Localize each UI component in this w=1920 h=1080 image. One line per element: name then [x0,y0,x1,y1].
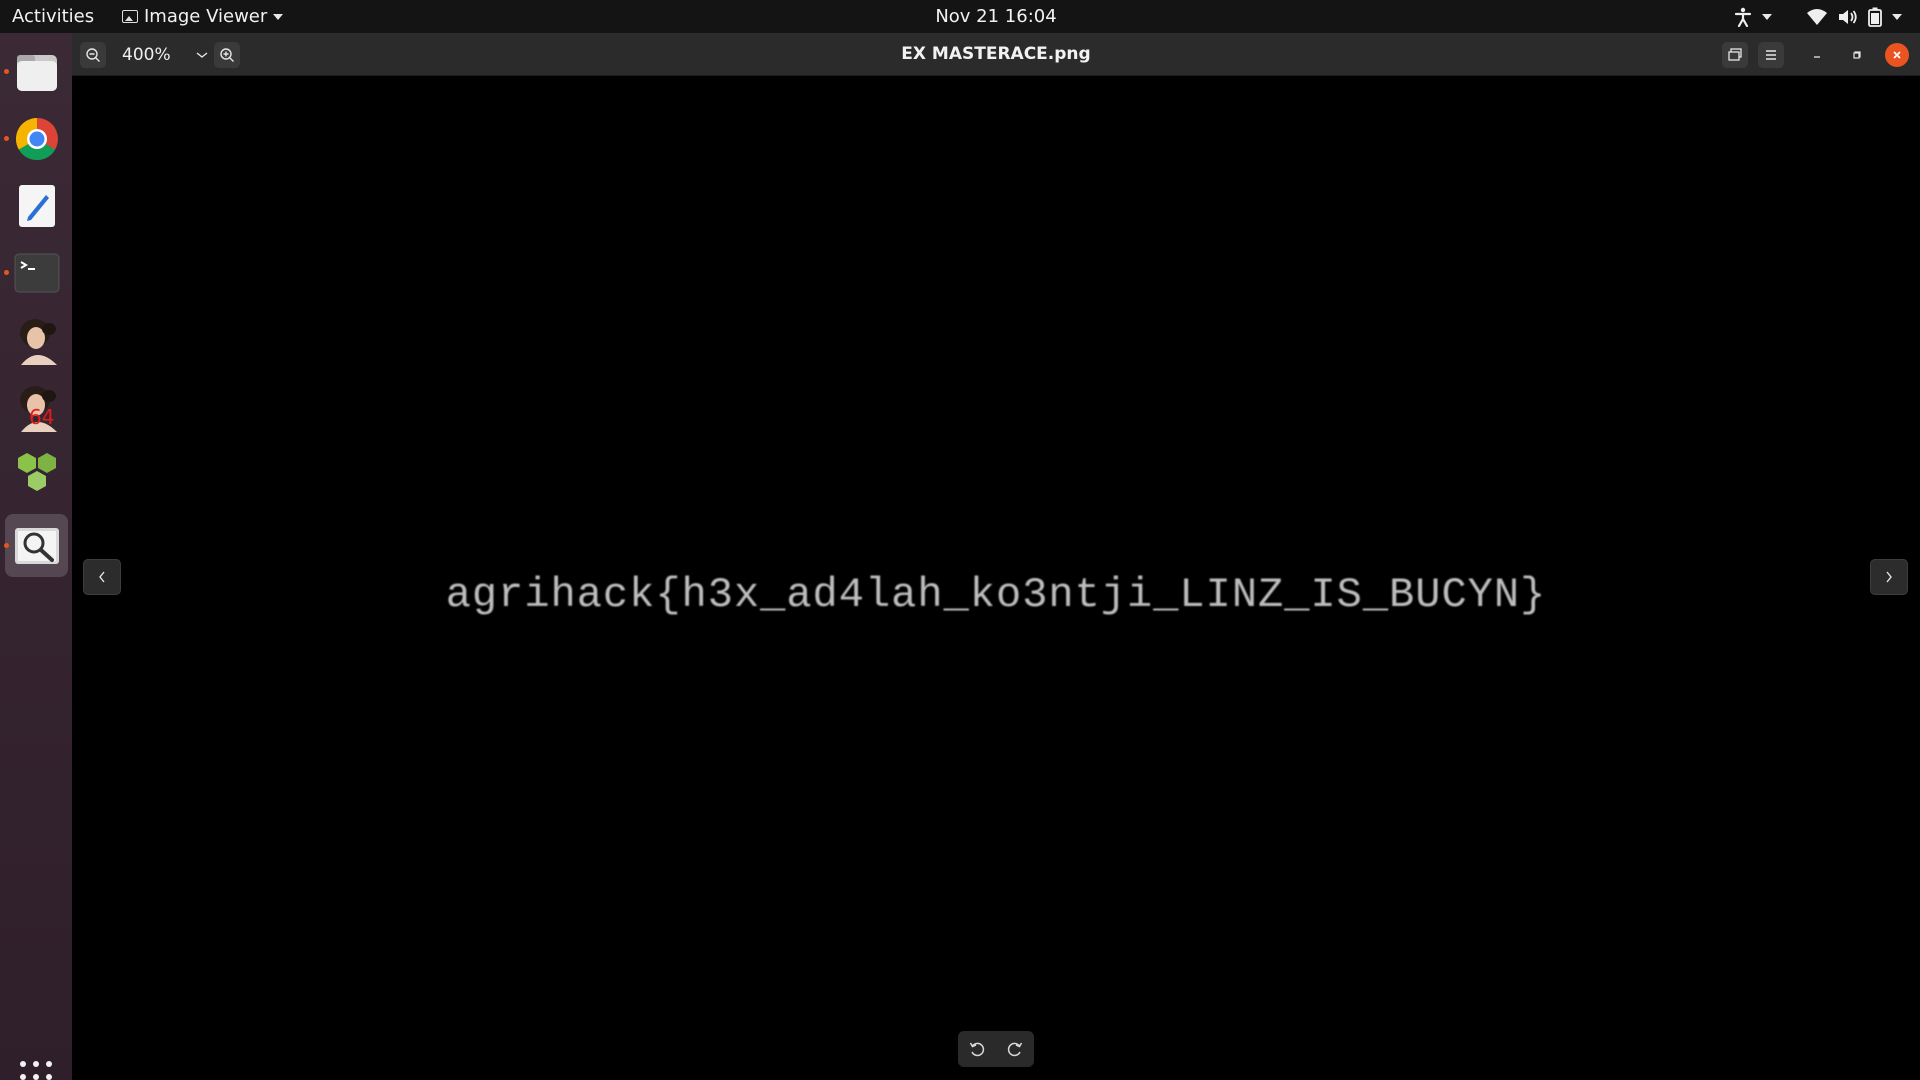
top-bar: Activities Image Viewer Nov 21 16:04 [0,0,1920,33]
volume-icon[interactable] [1838,8,1858,26]
chevron-right-icon [1886,571,1892,583]
terminal-icon [14,253,59,292]
hamburger-menu-icon [1766,50,1776,60]
dock-item-text-editor[interactable] [5,174,68,237]
chevron-left-icon [99,571,105,583]
dock-item-files[interactable] [4,40,68,103]
text-editor-icon [18,184,55,227]
main-menu-button[interactable] [1758,42,1784,68]
activities-button[interactable]: Activities [12,6,94,27]
app-menu[interactable]: Image Viewer [122,6,284,27]
dock-item-image-viewer[interactable] [4,514,68,577]
dock-item-portrait-app-64[interactable]: 64 [5,375,68,438]
gallery-icon [1728,48,1742,61]
hexagons-icon [17,452,56,491]
clock[interactable]: Nov 21 16:04 [935,6,1056,27]
running-indicator [4,270,9,275]
chevron-down-icon[interactable] [1892,14,1902,20]
dock: 64 [0,33,72,1080]
chevron-down-icon[interactable] [1762,14,1772,20]
portrait-64-badge: 64 [29,405,55,429]
header-bar: 400% EX MASTERACE.png [72,33,1920,76]
minimize-button[interactable] [1805,43,1829,67]
close-button[interactable] [1885,43,1909,67]
wifi-icon[interactable] [1806,8,1828,26]
running-indicator [4,543,9,548]
window-title: EX MASTERACE.png [901,44,1091,64]
dock-item-portrait-app[interactable] [5,308,68,371]
image-viewer-window: 400% EX MASTERACE.png agrihack{h3x_ad4la… [72,33,1920,1080]
chevron-down-icon [273,13,284,20]
running-indicator [4,136,9,141]
app-menu-label: Image Viewer [144,6,268,27]
image-canvas[interactable]: agrihack{h3x_ad4lah_ko3ntji_LINZ_IS_BUCY… [72,77,1920,1080]
system-tray[interactable] [1734,4,1902,30]
previous-image-button[interactable] [83,559,121,595]
maximize-button[interactable] [1845,43,1869,67]
clock-container: Nov 21 16:04 [0,6,1920,27]
portrait-icon [19,318,57,365]
files-icon [16,54,57,91]
rotate-right-icon[interactable] [1006,1040,1024,1058]
show-apps-icon[interactable] [20,1061,52,1080]
image-viewer-mini-icon [122,10,138,23]
next-image-button[interactable] [1870,559,1908,595]
gallery-button[interactable] [1722,42,1748,68]
minimize-icon [1814,56,1820,58]
battery-icon[interactable] [1868,7,1882,27]
dock-item-hex-app[interactable] [5,442,68,505]
dock-item-chrome[interactable] [4,107,68,170]
rotate-toolbar [958,1031,1034,1067]
image-content-text: agrihack{h3x_ad4lah_ko3ntji_LINZ_IS_BUCY… [445,571,1547,619]
running-indicator [4,69,9,74]
chrome-icon [15,117,58,160]
image-viewer-icon [14,527,59,564]
dock-item-terminal[interactable] [4,241,68,304]
close-icon [1893,51,1901,59]
rotate-left-icon[interactable] [968,1040,986,1058]
accessibility-icon[interactable] [1734,7,1752,27]
restore-icon [1853,51,1861,59]
